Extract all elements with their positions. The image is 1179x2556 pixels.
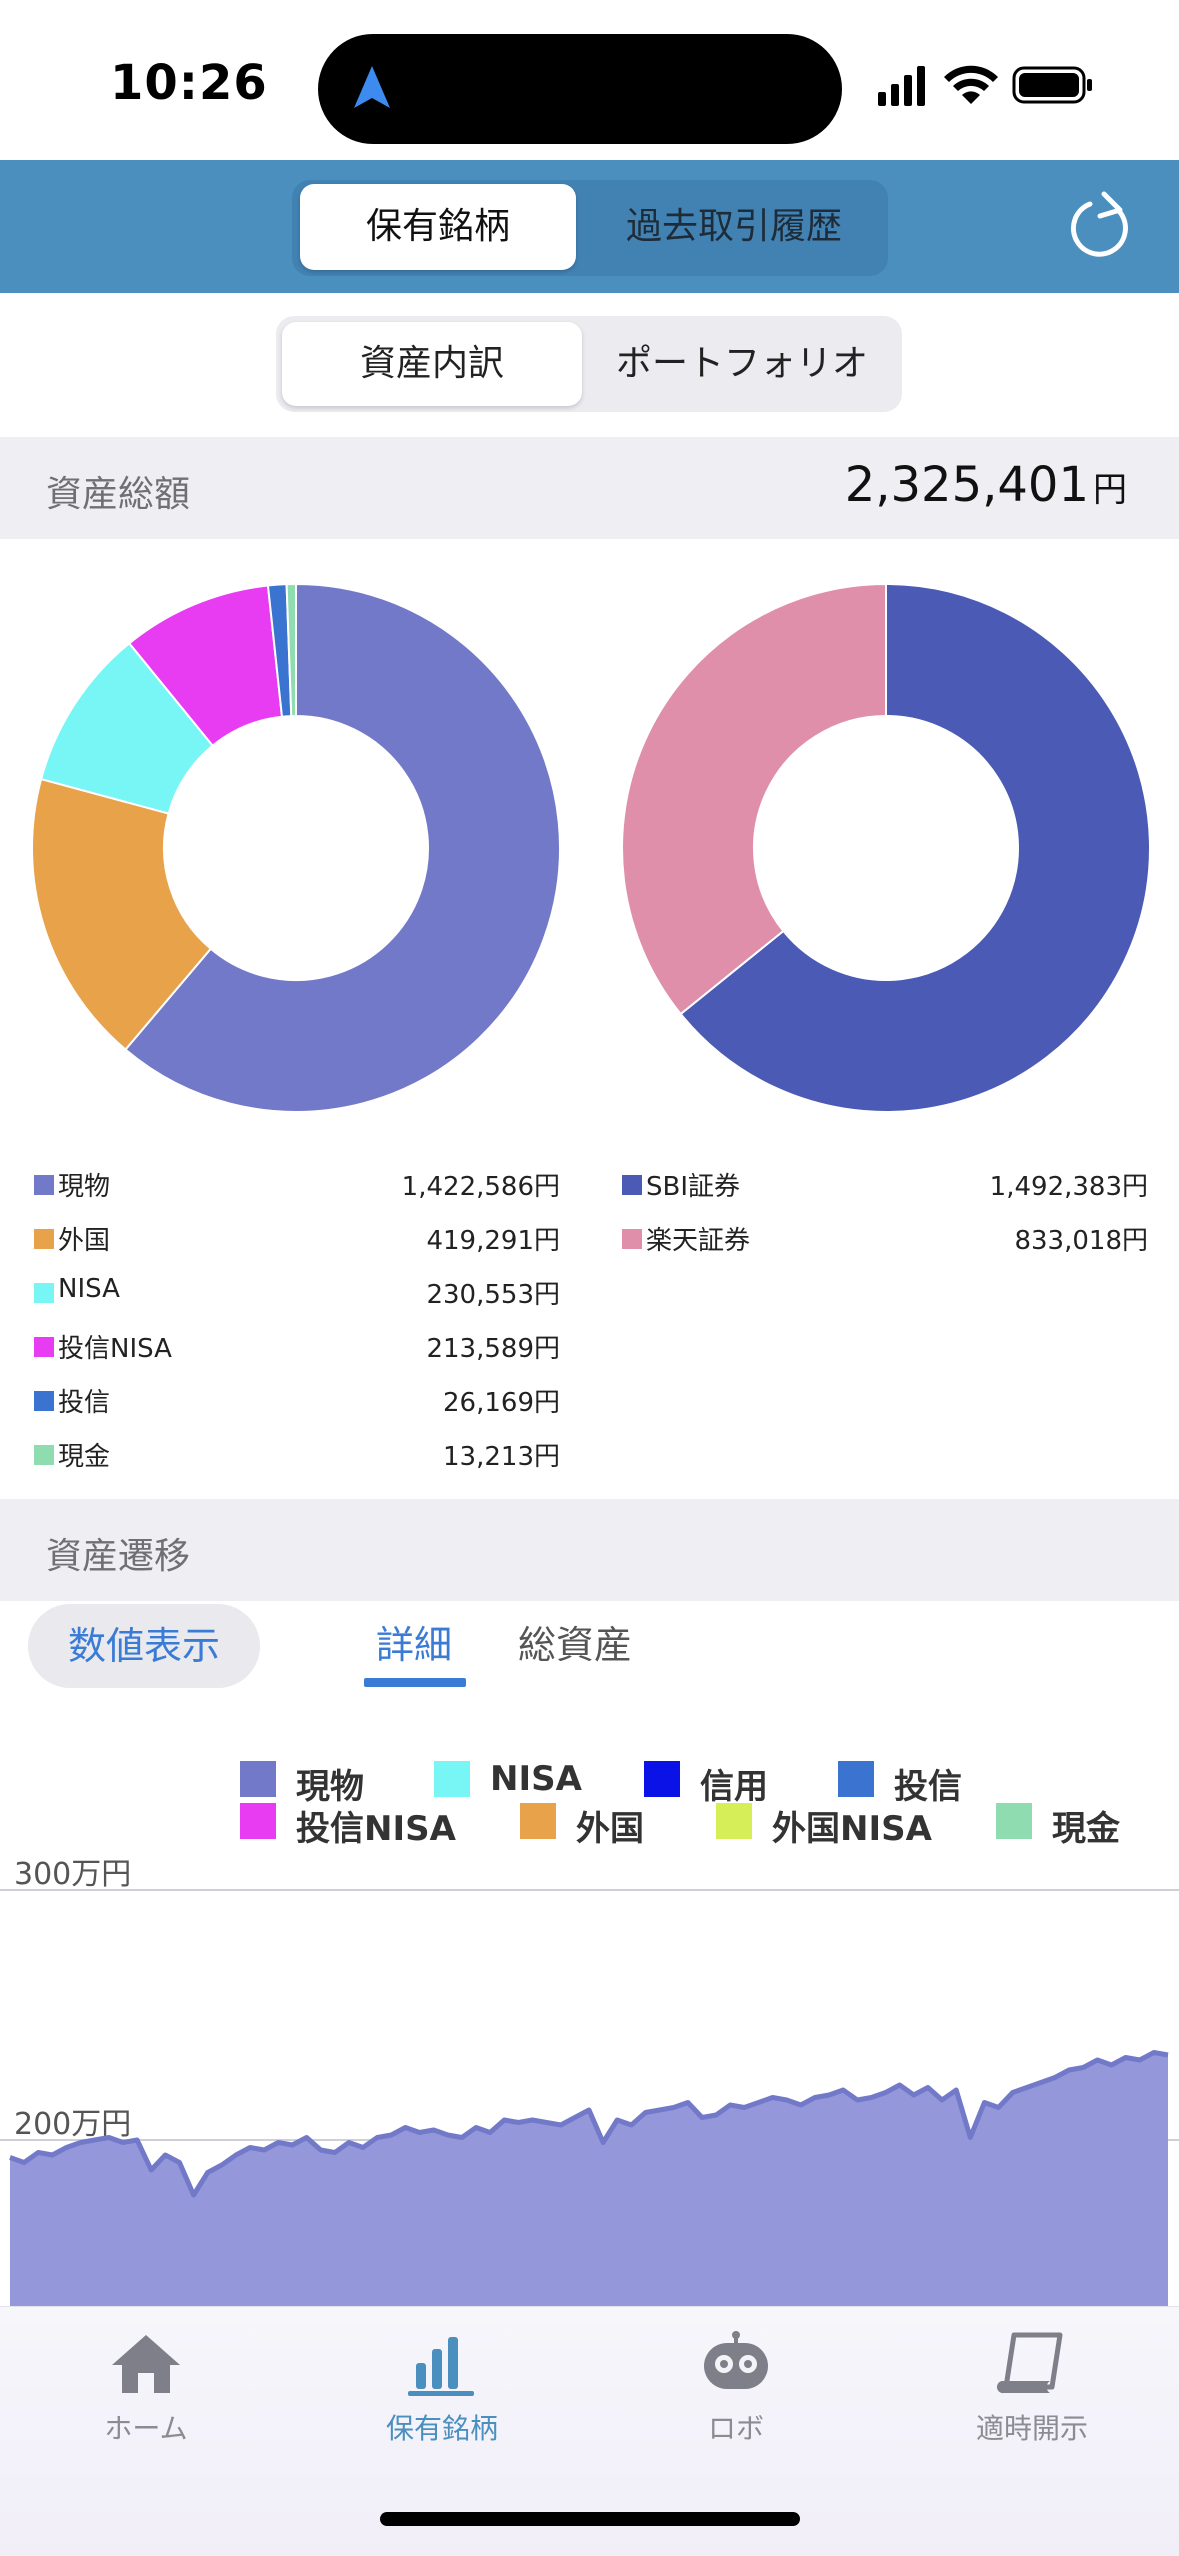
trend-chart-legend: 現物 NISA 信用 投信 投信NISA 外国 外国NISA 現金 (0, 1755, 1179, 1855)
asset-type-legend-swatch (34, 1337, 54, 1357)
chart-legend-label: NISA (490, 1759, 582, 1799)
home-indicator (380, 2512, 800, 2526)
nav-home[interactable]: ホーム (26, 2331, 266, 2471)
wifi-icon (944, 65, 998, 104)
nav-home-label: ホーム (104, 2412, 188, 2445)
total-amount: 2,325,401 (844, 457, 1089, 513)
chart-legend-label: 現金 (1052, 1809, 1120, 1849)
nav-robo[interactable]: ロボ (616, 2331, 856, 2471)
tab-detail[interactable]: 詳細 (376, 1614, 452, 1669)
tab-portfolio[interactable]: ポートフォリオ (592, 322, 892, 406)
broker-legend-value: 833,018円 (1014, 1226, 1148, 1256)
broker-legend-swatch (622, 1229, 642, 1249)
dynamic-island (318, 34, 842, 144)
asset-type-legend-value: 230,553円 (426, 1280, 560, 1310)
asset-type-legend-swatch (34, 1445, 54, 1465)
asset-type-legend-row: 現金 13,213円 (34, 1430, 560, 1484)
tab-holdings[interactable]: 保有銘柄 (300, 184, 576, 270)
tab-detail-indicator (364, 1678, 466, 1687)
chart-legend-swatch (240, 1761, 276, 1797)
broker-legend-name: SBI証券 (646, 1172, 741, 1202)
chart-legend-swatch (644, 1761, 680, 1797)
broker-slice-1[interactable] (621, 582, 887, 1016)
signal-icon (878, 66, 925, 106)
status-time: 10:26 (110, 55, 268, 111)
asset-type-legend-value: 13,213円 (443, 1442, 560, 1472)
chart-legend-swatch (996, 1803, 1032, 1839)
nav-holdings-label: 保有銘柄 (385, 2412, 498, 2445)
asset-trend-bar: 資産遷移 (0, 1499, 1179, 1601)
total-assets-value: 2,325,401 円 (845, 457, 1127, 513)
app-header: 保有銘柄 過去取引履歴 (0, 160, 1179, 293)
nav-robo-label: ロボ (707, 2412, 764, 2445)
chart-legend-label: 投信NISA (296, 1809, 456, 1849)
asset-type-legend-name: 現物 (58, 1172, 111, 1202)
chart-legend-swatch (434, 1761, 470, 1797)
tab-asset-breakdown[interactable]: 資産内訳 (282, 322, 582, 406)
chart-legend-swatch (520, 1803, 556, 1839)
asset-type-legend: 現物 1,422,586円 外国 419,291円 NISA 230,553円 投信NISA… (34, 1160, 560, 1484)
location-arrow-icon (354, 66, 390, 108)
asset-type-legend-row: NISA 230,553円 (34, 1268, 560, 1322)
refresh-icon[interactable] (1060, 188, 1140, 268)
chart-legend-swatch (240, 1803, 276, 1839)
battery-icon (1012, 66, 1092, 104)
document-icon (996, 2332, 1063, 2394)
asset-type-legend-value: 419,291円 (426, 1226, 560, 1256)
chart-legend-label: 信用 (700, 1767, 768, 1807)
asset-trend-chart[interactable]: 300万円200万円 (0, 1850, 1179, 2306)
total-assets-label: 資産総額 (46, 474, 191, 515)
broker-donut[interactable] (620, 582, 1152, 1114)
asset-type-legend-swatch (34, 1391, 54, 1411)
y-tick-label: 300万円 (14, 1857, 131, 1892)
asset-type-legend-value: 1,422,586円 (401, 1172, 560, 1202)
home-icon (112, 2335, 180, 2393)
asset-type-legend-name: NISA (58, 1274, 120, 1304)
broker-legend-swatch (622, 1175, 642, 1195)
asset-type-legend-row: 現物 1,422,586円 (34, 1160, 560, 1214)
asset-trend-label: 資産遷移 (46, 1536, 191, 1577)
status-indicators (878, 65, 1092, 106)
broker-legend-row: SBI証券 1,492,383円 (622, 1160, 1148, 1214)
asset-type-legend-name: 投信NISA (58, 1334, 172, 1364)
status-bar: 10:26 (0, 0, 1179, 160)
series-area-0 (10, 2052, 1168, 2306)
broker-legend-row: 楽天証券 833,018円 (622, 1214, 1148, 1268)
nav-disclosure-label: 適時開示 (975, 2412, 1088, 2445)
nav-disclosure[interactable]: 適時開示 (912, 2331, 1152, 2471)
robot-icon (704, 2331, 768, 2389)
asset-type-legend-row: 投信NISA 213,589円 (34, 1322, 560, 1376)
asset-type-legend-name: 外国 (58, 1226, 111, 1256)
asset-type-legend-name: 投信 (58, 1388, 111, 1418)
asset-type-legend-value: 213,589円 (426, 1334, 560, 1364)
total-assets-bar: 資産総額 2,325,401 円 (0, 437, 1179, 539)
asset-type-legend-swatch (34, 1229, 54, 1249)
asset-type-legend-value: 26,169円 (443, 1388, 560, 1418)
asset-type-legend-swatch (34, 1283, 54, 1303)
chart-legend-label: 外国 (576, 1809, 644, 1849)
holdings-segmented-control: 保有銘柄 過去取引履歴 (292, 180, 888, 276)
breakdown-segmented-control: 資産内訳 ポートフォリオ (276, 316, 902, 412)
tab-total-assets[interactable]: 総資産 (518, 1614, 632, 1669)
total-unit: 円 (1093, 470, 1127, 510)
bar-chart-icon (408, 2337, 474, 2396)
broker-legend-value: 1,492,383円 (989, 1172, 1148, 1202)
chart-legend-swatch (716, 1803, 752, 1839)
asset-type-donut[interactable] (30, 582, 562, 1114)
broker-legend-name: 楽天証券 (646, 1226, 751, 1256)
tab-trade-history[interactable]: 過去取引履歴 (588, 184, 880, 270)
asset-type-legend-row: 投信 26,169円 (34, 1376, 560, 1430)
asset-type-legend-swatch (34, 1175, 54, 1195)
broker-legend: SBI証券 1,492,383円楽天証券 833,018円 (622, 1160, 1148, 1268)
asset-type-legend-row: 外国 419,291円 (34, 1214, 560, 1268)
chart-legend-swatch (838, 1761, 874, 1797)
show-values-button[interactable]: 数値表示 (28, 1604, 260, 1688)
nav-holdings[interactable]: 保有銘柄 (322, 2331, 562, 2471)
chart-legend-label: 外国NISA (772, 1809, 932, 1849)
asset-type-legend-name: 現金 (58, 1442, 111, 1472)
